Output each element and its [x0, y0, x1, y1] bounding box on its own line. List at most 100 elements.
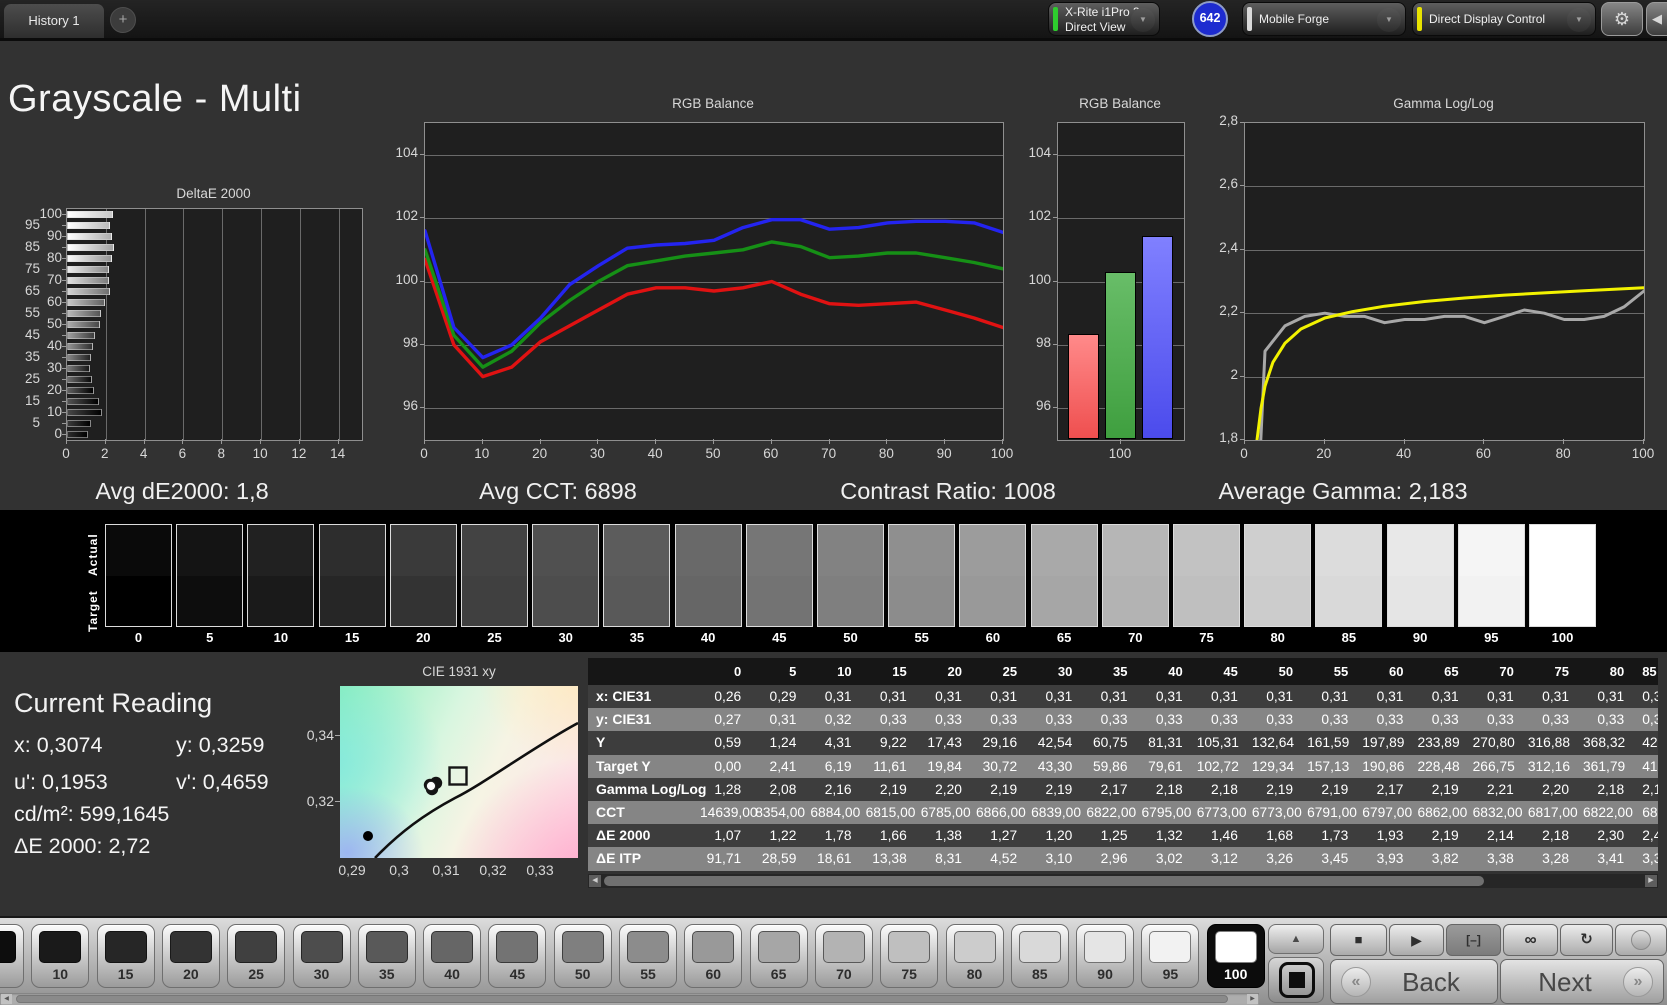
pattern-level-button-95[interactable]: 95	[1141, 924, 1200, 988]
tab-history-1[interactable]: History 1	[4, 4, 104, 38]
swatch-target-half	[462, 575, 527, 626]
swatch-target-half	[604, 575, 670, 626]
swatch-actual-half	[390, 525, 456, 576]
meter-selector[interactable]: X-Rite i1Pro 3 Direct View ▼	[1048, 2, 1160, 36]
deltae-bar	[67, 244, 114, 251]
table-cell: 29,16	[982, 735, 1018, 751]
x-axis-label: 70	[821, 446, 837, 461]
table-cell: 1,93	[1376, 828, 1404, 844]
scroll-left-arrow[interactable]: ◀	[589, 875, 601, 887]
table-cell: 6,19	[824, 758, 852, 774]
scroll-right-arrow[interactable]: ▶	[1645, 875, 1657, 887]
meter-name: X-Rite i1Pro 3	[1065, 5, 1140, 19]
table-cell: 0,31	[1376, 689, 1404, 704]
swatch-actual-half	[177, 525, 243, 576]
pattern-h-scrollbar[interactable]: ◀ ▶	[0, 993, 1259, 1005]
deltae-plot	[66, 208, 363, 441]
table-cell: 9,22	[879, 735, 907, 751]
table-cell: 2,19	[1045, 781, 1073, 797]
pattern-level-button-50[interactable]: 50	[553, 924, 612, 988]
gray-swatch	[389, 524, 457, 627]
pattern-level-button-85[interactable]: 85	[1010, 924, 1069, 988]
collapse-panel-button[interactable]: ◀	[1646, 2, 1667, 36]
table-h-scrollbar[interactable]: ◀ ▶	[588, 874, 1658, 888]
pattern-level-button-100[interactable]: 100	[1206, 924, 1265, 988]
table-row: Gamma Log/Log 1,28 2,08 2,16 2,19 2,20 2,19 2,1…	[588, 777, 1658, 801]
app-window: History 1 + X-Rite i1Pro 3 Direct View ▼…	[0, 0, 1667, 1005]
measure-button[interactable]: [–]	[1446, 924, 1501, 956]
swatch-actual-half	[675, 525, 741, 576]
settings-button[interactable]: ⚙	[1601, 2, 1643, 36]
loop-button[interactable]: ∞	[1503, 924, 1558, 956]
gray-swatch	[1173, 524, 1240, 627]
table-cell: 0,31	[769, 712, 797, 728]
x-axis-tick	[655, 439, 657, 444]
pattern-level-button-55[interactable]: 55	[619, 924, 677, 988]
deltae-bar	[67, 310, 101, 317]
pattern-level-button-40[interactable]: 40	[423, 924, 482, 988]
pattern-level-button-45[interactable]: 45	[488, 924, 547, 988]
scrollbar-thumb[interactable]	[604, 876, 1484, 886]
table-cell: 0,59	[714, 735, 742, 751]
y-axis-label: 104	[395, 144, 418, 160]
table-cell: 2,19	[879, 781, 907, 797]
pattern-level-button-10[interactable]: 10	[31, 924, 90, 988]
y-axis-label: 104	[1028, 144, 1051, 160]
scroll-left-arrow[interactable]: ◀	[1, 994, 12, 1004]
x-axis-label: 80	[878, 446, 894, 461]
stop-button[interactable]: ■	[1330, 924, 1387, 956]
x-axis-label: 50	[705, 446, 721, 461]
swatch-level-label: 65	[1056, 630, 1072, 645]
table-cell: 1,46	[1211, 828, 1238, 844]
table-cell: 42,54	[1037, 735, 1073, 751]
table-cell: 8,31	[935, 851, 962, 867]
source-selector[interactable]: Mobile Forge ▼	[1242, 2, 1406, 36]
x-axis-label: 0	[62, 446, 70, 461]
play-button[interactable]: ▶	[1389, 924, 1444, 956]
control-selector[interactable]: Direct Display Control ▼	[1412, 2, 1596, 36]
table-cell: 1,38	[935, 828, 962, 844]
chevron-double-right-icon: »	[1623, 967, 1653, 997]
pattern-level-button-75[interactable]: 75	[880, 924, 939, 988]
back-button[interactable]: « Back	[1330, 959, 1498, 1004]
table-cell: 0,31	[1597, 689, 1625, 704]
gray-swatch	[1457, 524, 1525, 627]
pattern-level-button-30[interactable]: 30	[292, 924, 351, 988]
pattern-level-button-90[interactable]: 90	[1076, 924, 1135, 988]
scroll-right-arrow[interactable]: ▶	[1247, 994, 1258, 1004]
x-axis-label: 10	[474, 446, 490, 461]
record-button[interactable]	[1615, 924, 1667, 956]
gray-swatch	[1315, 524, 1383, 627]
cie-y-axis-label: 0,34	[306, 727, 334, 743]
refresh-button[interactable]: ↻	[1560, 924, 1613, 956]
add-tab-button[interactable]: +	[110, 7, 136, 33]
x-axis-label: 40	[647, 446, 663, 461]
next-button[interactable]: Next »	[1500, 959, 1664, 1004]
scroll-up-button[interactable]: ▲	[1268, 924, 1324, 954]
pattern-level-button-65[interactable]: 65	[749, 924, 808, 988]
pattern-level-button-15[interactable]: 15	[96, 924, 155, 988]
table-cell: 8354,00	[755, 804, 806, 820]
y-axis-tick	[62, 257, 66, 259]
pattern-level-button-20[interactable]: 20	[161, 924, 220, 988]
gray-swatch	[461, 524, 528, 627]
stop-icon: ■	[1354, 932, 1363, 947]
page-title: Grayscale - Multi	[8, 78, 302, 120]
pattern-level-button-80[interactable]: 80	[945, 924, 1004, 988]
cie-chart-title: CIE 1931 xy	[422, 664, 496, 679]
pattern-level-button-25[interactable]: 25	[227, 924, 286, 988]
pattern-level-label: 70	[836, 966, 852, 982]
pattern-level-button-70[interactable]: 70	[814, 924, 873, 988]
meter-count-badge[interactable]: 642	[1192, 1, 1228, 37]
pattern-window-button[interactable]	[1268, 957, 1324, 1003]
y-axis-tick	[62, 400, 66, 402]
pattern-level-button-60[interactable]: 60	[684, 924, 743, 988]
scrollbar-thumb[interactable]	[16, 995, 1228, 1003]
table-cell: 59,86	[1092, 758, 1128, 774]
pattern-level-button-35[interactable]: 35	[357, 924, 416, 988]
table-header-cell: 45	[1223, 664, 1238, 679]
table-row: Target Y 0,00 2,41 6,19 11,61 19,84 30,72 43,30…	[588, 754, 1658, 778]
y-axis-tick	[420, 343, 424, 345]
table-cell: 1,32	[1155, 828, 1183, 844]
pattern-level-button-5[interactable]: 5	[0, 924, 24, 988]
